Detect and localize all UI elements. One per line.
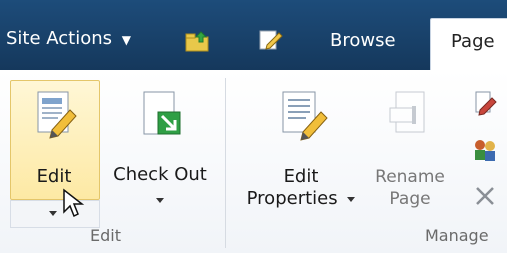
group-separator [225, 78, 226, 248]
chevron-down-icon [347, 196, 356, 202]
rename-page-icon [360, 90, 460, 150]
edit-dropdown-part[interactable] [10, 200, 100, 228]
top-bar: Site Actions ▼ Browse Page [0, 0, 507, 71]
tab-page-label: Page [451, 31, 495, 52]
edit-properties-label-text: Properties [246, 188, 338, 209]
chevron-down-icon [156, 198, 164, 203]
edit-properties-label-line1: Edit [283, 166, 319, 187]
delete-x-icon[interactable] [473, 184, 497, 212]
tab-page[interactable]: Page [430, 18, 507, 71]
rename-page-label-line1: Rename [375, 167, 445, 187]
edit-button-label: Edit [36, 166, 72, 187]
rename-page-button[interactable]: Rename Page [360, 90, 460, 210]
mouse-cursor-icon [62, 188, 86, 222]
tab-browse[interactable]: Browse [330, 30, 396, 51]
chevron-down-icon [49, 211, 57, 216]
folder-upload-icon[interactable] [185, 30, 211, 56]
people-icon[interactable] [470, 136, 500, 168]
site-actions-menu[interactable]: Site Actions ▼ [6, 28, 131, 49]
rename-page-label-line2: Page [389, 189, 431, 209]
edit-group-label: Edit [90, 226, 121, 245]
site-actions-label: Site Actions [6, 28, 113, 49]
sharepoint-ribbon-window: Site Actions ▼ Browse Page Edit Check Ou… [0, 0, 507, 253]
chevron-down-icon: ▼ [121, 33, 131, 47]
side-edit-icon[interactable] [470, 90, 500, 122]
edit-button[interactable]: Edit [12, 90, 96, 188]
check-out-icon [100, 90, 220, 150]
check-out-label: Check Out [113, 164, 207, 185]
edit-properties-icon [236, 90, 366, 150]
edit-page-icon [12, 90, 96, 150]
manage-group-label: Manage [425, 226, 489, 245]
check-out-button[interactable]: Check Out [100, 90, 220, 209]
edit-properties-label-line2: Properties [236, 188, 366, 210]
edit-properties-button[interactable]: Edit Properties [236, 90, 366, 210]
edit-small-icon[interactable] [258, 28, 284, 56]
